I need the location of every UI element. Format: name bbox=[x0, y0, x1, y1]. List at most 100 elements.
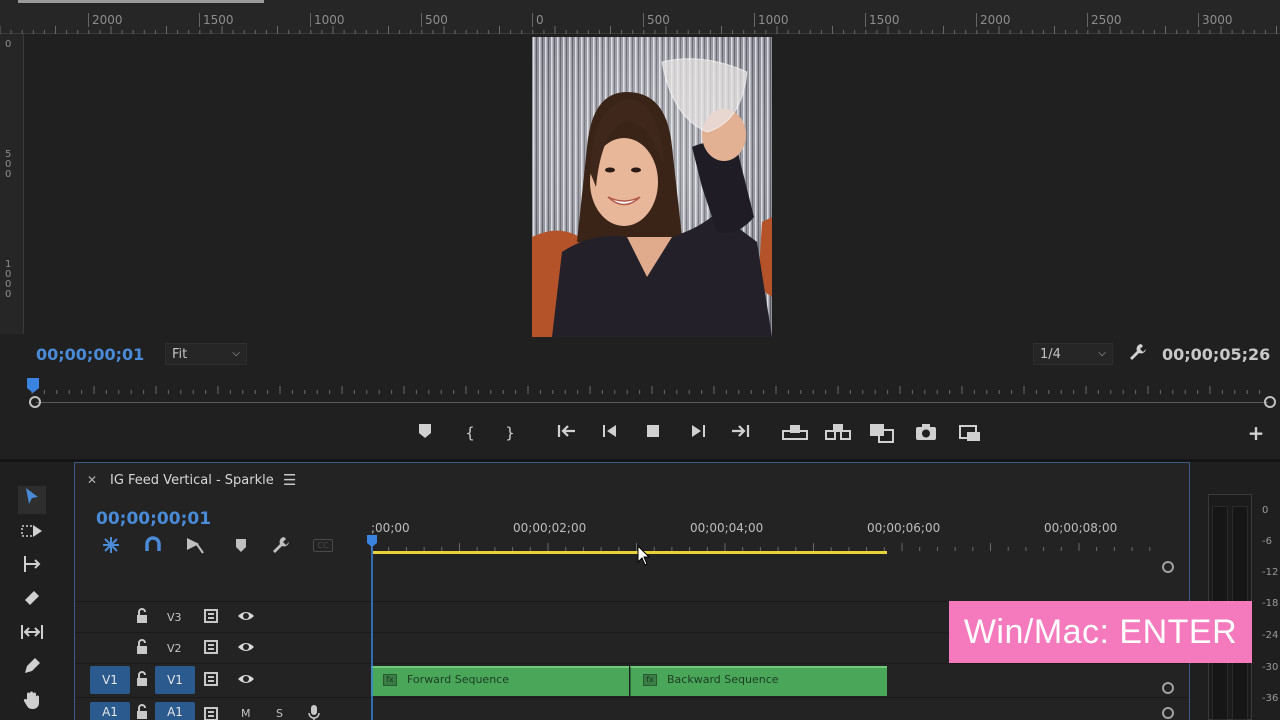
wrench-icon[interactable] bbox=[1128, 342, 1148, 362]
track-name: V3 bbox=[167, 611, 182, 624]
playback-resolution-dropdown[interactable]: 1/4 ⌵ bbox=[1033, 343, 1113, 365]
ruler-label: 2500 bbox=[1087, 13, 1122, 27]
playhead-timecode[interactable]: 00;00;00;01 bbox=[36, 345, 144, 364]
extract-icon[interactable] bbox=[825, 423, 851, 443]
sync-lock-icon[interactable] bbox=[204, 608, 222, 626]
eye-icon[interactable] bbox=[237, 639, 255, 657]
mute-button[interactable]: M bbox=[241, 707, 251, 720]
wrench-icon[interactable] bbox=[271, 535, 291, 555]
mark-in-icon[interactable]: { bbox=[459, 423, 481, 443]
work-area-bar[interactable] bbox=[373, 551, 887, 554]
timeline-panel: ✕ IG Feed Vertical - Sparkle ☰ 00;00;00;… bbox=[74, 462, 1190, 720]
ruler-label: 1000 bbox=[310, 13, 345, 27]
vr-video-icon[interactable] bbox=[957, 423, 983, 443]
lock-icon[interactable] bbox=[135, 608, 153, 626]
step-back-icon[interactable] bbox=[599, 423, 621, 443]
add-marker-icon[interactable] bbox=[231, 535, 251, 555]
ruler-label: 1500 bbox=[865, 13, 900, 27]
monitor-playhead[interactable] bbox=[26, 378, 40, 394]
snap-icon[interactable] bbox=[143, 535, 163, 555]
hand-tool-icon[interactable] bbox=[18, 690, 46, 718]
solo-button[interactable]: S bbox=[276, 707, 283, 720]
sync-lock-icon[interactable] bbox=[204, 706, 222, 720]
scrollbar-right-handle[interactable] bbox=[1264, 396, 1276, 408]
sync-lock-icon[interactable] bbox=[204, 639, 222, 657]
clip-name: Backward Sequence bbox=[667, 673, 779, 686]
track-target-v1[interactable]: V1 bbox=[155, 666, 195, 694]
lock-icon[interactable] bbox=[135, 704, 153, 720]
program-monitor: 2000 1500 1000 500 0 500 1000 1500 2000 … bbox=[0, 0, 1280, 460]
fx-badge-icon: fx bbox=[643, 674, 657, 686]
clip-name: Forward Sequence bbox=[407, 673, 509, 686]
ruler-label: 0 bbox=[532, 13, 544, 27]
add-marker-icon[interactable] bbox=[414, 423, 436, 443]
vertical-scroll-handle[interactable] bbox=[1162, 561, 1174, 573]
ruler-label: 2000 bbox=[88, 13, 123, 27]
meter-db-label: -30 bbox=[1262, 662, 1279, 673]
track-target-a1[interactable]: A1 bbox=[155, 702, 195, 720]
duration-timecode: 00;00;05;26 bbox=[1162, 345, 1271, 364]
linked-selection-icon[interactable] bbox=[185, 535, 205, 555]
horizontal-ruler: 2000 1500 1000 500 0 500 1000 1500 2000 … bbox=[0, 0, 1280, 34]
active-tab-indicator bbox=[18, 0, 264, 3]
plus-icon[interactable]: + bbox=[1245, 423, 1267, 443]
nest-sequence-icon[interactable] bbox=[101, 535, 121, 555]
video-preview[interactable] bbox=[532, 37, 772, 337]
track-select-forward-tool-icon[interactable] bbox=[18, 520, 46, 548]
timeline-timecode[interactable]: 00;00;00;01 bbox=[96, 509, 211, 529]
ripple-edit-tool-icon[interactable] bbox=[18, 554, 46, 582]
razor-tool-icon[interactable] bbox=[18, 588, 46, 616]
timeline-tab-bar: ✕ IG Feed Vertical - Sparkle ☰ bbox=[75, 463, 1189, 499]
video-clip[interactable]: fx Forward Sequence bbox=[371, 666, 629, 696]
lock-icon[interactable] bbox=[135, 671, 153, 689]
lift-icon[interactable] bbox=[782, 423, 808, 443]
ruler-label: 3000 bbox=[1198, 13, 1233, 27]
go-to-in-icon[interactable] bbox=[556, 423, 578, 443]
meter-db-label: -12 bbox=[1262, 567, 1279, 578]
stop-icon[interactable] bbox=[642, 423, 664, 443]
eye-icon[interactable] bbox=[237, 671, 255, 689]
lock-icon[interactable] bbox=[135, 639, 153, 657]
pen-tool-icon[interactable] bbox=[18, 656, 46, 684]
timeline-time-ruler[interactable]: ;00;00 00;00;02;00 00;00;04;00 00;00;06;… bbox=[371, 513, 1189, 557]
ruler-label: 500 bbox=[643, 13, 670, 27]
selection-tool-icon[interactable] bbox=[18, 486, 46, 514]
vertical-ruler: 0 500 1000 bbox=[0, 34, 24, 334]
slip-tool-icon[interactable] bbox=[18, 622, 46, 650]
zoom-scrollbar[interactable] bbox=[36, 402, 1268, 403]
microphone-icon[interactable] bbox=[307, 704, 325, 720]
captions-icon[interactable]: CC bbox=[313, 539, 333, 552]
ruler-ticks bbox=[0, 26, 1277, 34]
ruler-time-label: ;00;00 bbox=[371, 521, 410, 535]
panel-menu-icon[interactable]: ☰ bbox=[283, 471, 296, 489]
go-to-out-icon[interactable] bbox=[729, 423, 751, 443]
mark-out-icon[interactable]: } bbox=[499, 423, 521, 443]
close-icon[interactable]: ✕ bbox=[87, 473, 97, 487]
ruler-label: 1000 bbox=[5, 259, 12, 300]
ruler-time-label: 00;00;06;00 bbox=[867, 521, 941, 535]
sequence-tab-title[interactable]: IG Feed Vertical - Sparkle bbox=[110, 473, 274, 488]
export-frame-icon[interactable] bbox=[914, 423, 938, 443]
monitor-time-ruler[interactable] bbox=[28, 378, 1272, 412]
timeline-playhead[interactable] bbox=[366, 535, 378, 720]
track-row-v1: V1 V1 fx Forward Sequence fx Backward Se… bbox=[75, 663, 1189, 696]
scrollbar-left-handle[interactable] bbox=[29, 396, 41, 408]
ruler-label: 2000 bbox=[976, 13, 1011, 27]
video-preview-image bbox=[532, 37, 772, 337]
zoom-level-dropdown[interactable]: Fit ⌵ bbox=[165, 343, 247, 365]
ruler-time-label: 00;00;08;00 bbox=[1044, 521, 1118, 535]
video-clip[interactable]: fx Backward Sequence bbox=[630, 666, 887, 696]
source-patch-v1[interactable]: V1 bbox=[90, 666, 130, 694]
eye-icon[interactable] bbox=[237, 608, 255, 626]
vertical-scroll-handle[interactable] bbox=[1162, 682, 1174, 694]
comparison-view-icon[interactable] bbox=[869, 423, 895, 443]
mouse-cursor-icon bbox=[637, 545, 651, 566]
step-forward-icon[interactable] bbox=[687, 423, 709, 443]
track-name: V2 bbox=[167, 642, 182, 655]
vertical-scroll-handle[interactable] bbox=[1162, 707, 1174, 719]
source-patch-a1[interactable]: A1 bbox=[90, 702, 130, 720]
ruler-label: 500 bbox=[421, 13, 448, 27]
ruler-label: 1500 bbox=[199, 13, 234, 27]
sync-lock-icon[interactable] bbox=[204, 671, 222, 689]
ruler-label: 500 bbox=[5, 149, 12, 180]
